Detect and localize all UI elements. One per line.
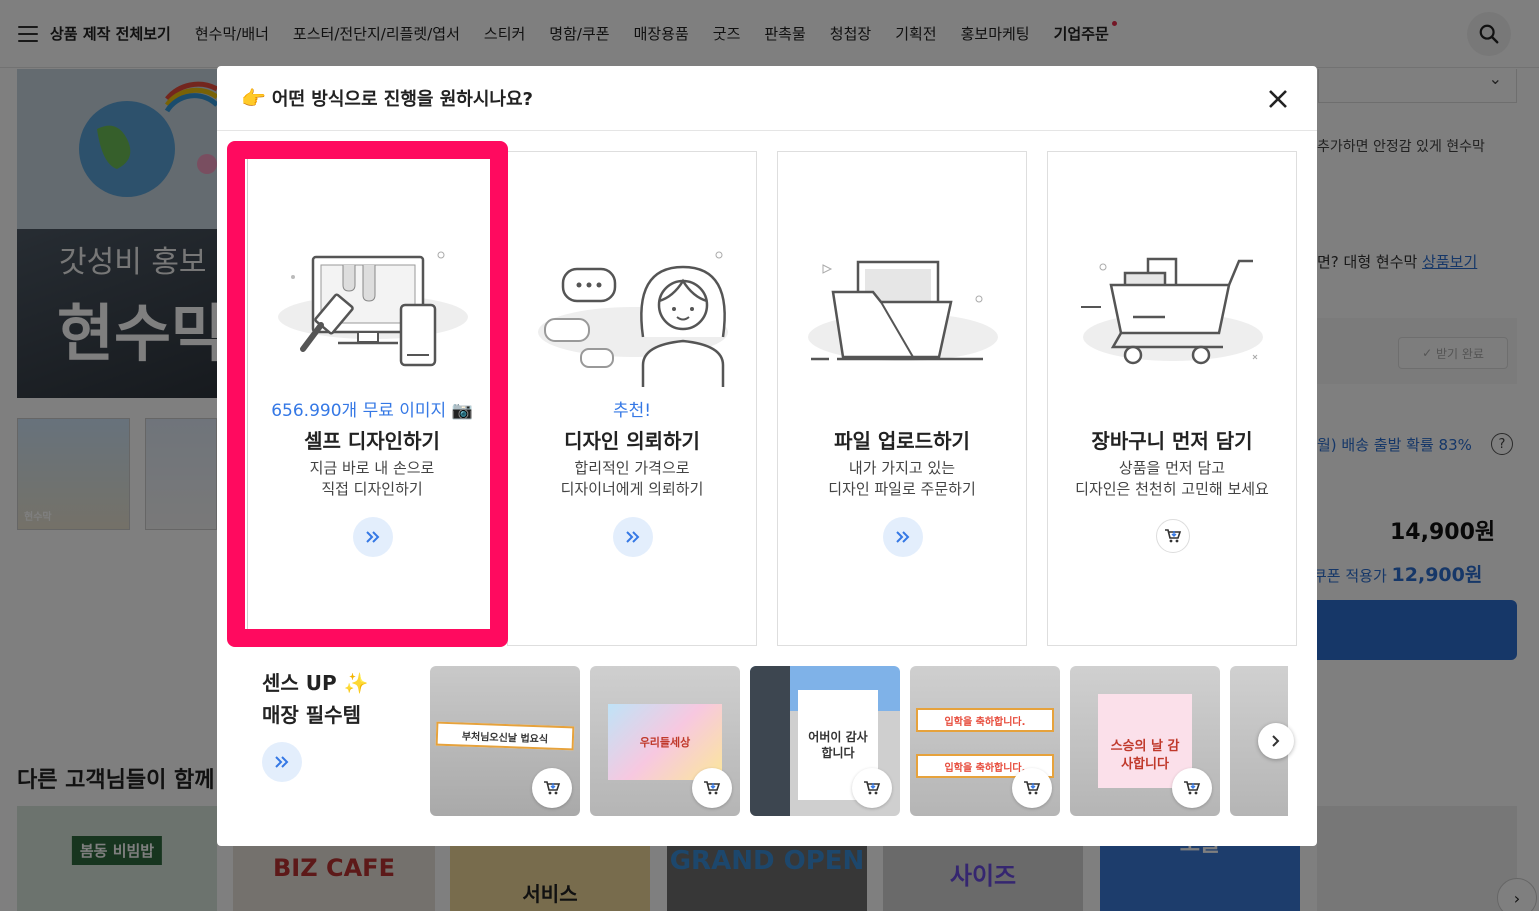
design-method-modal: 👉 어떤 방식으로 진행을 원하시나요? 656.990개 무료 이미지 📷 셀… (217, 66, 1317, 846)
product-card[interactable]: 어버이 감사 합니다 (750, 666, 900, 816)
proceed-button[interactable] (613, 517, 653, 557)
sense-up-line: 매장 필수템 (262, 703, 361, 727)
option-desc-line: 직접 디자인하기 (321, 480, 423, 498)
option-title: 셀프 디자인하기 (304, 429, 440, 453)
cart-icon (1184, 781, 1201, 795)
designer-illustration (538, 251, 728, 387)
product-cart-button[interactable] (852, 768, 892, 808)
building-shape (750, 666, 790, 816)
option-file-upload[interactable]: 파일 업로드하기 내가 가지고 있는디자인 파일로 주문하기 (777, 151, 1027, 646)
recommended-tag: 추천! (612, 401, 652, 421)
product-card[interactable]: 입학을 축하합니다. 입학을 축하합니다. (910, 666, 1060, 816)
product-cart-button[interactable] (1172, 768, 1212, 808)
option-desc-line: 합리적인 가격으로 (574, 459, 690, 477)
proceed-button[interactable] (353, 517, 393, 557)
product-card[interactable]: 우리들세상 (590, 666, 740, 816)
option-self-design[interactable]: 656.990개 무료 이미지 📷 셀프 디자인하기 지금 바로 내 손으로직접… (247, 151, 497, 646)
option-design-request[interactable]: 추천! 디자인 의뢰하기 합리적인 가격으로디자이너에게 의뢰하기 (507, 151, 757, 646)
cart-icon (704, 781, 721, 795)
add-to-cart-button[interactable] (1156, 519, 1190, 553)
double-chevron-icon (366, 531, 380, 543)
option-title: 장바구니 먼저 담기 (1091, 429, 1253, 453)
option-desc-line: 디자이너에게 의뢰하기 (560, 480, 704, 498)
free-images-tag: 656.990개 무료 이미지 📷 (271, 401, 473, 421)
cart-illustration (1081, 257, 1263, 365)
option-desc-line: 디자인은 천천히 고민해 보세요 (1075, 480, 1269, 498)
option-description: 합리적인 가격으로디자이너에게 의뢰하기 (508, 458, 756, 500)
carousel-next-button[interactable] (1258, 723, 1294, 759)
product-banner-text: 입학을 축하합니다. (916, 708, 1054, 732)
product-cart-button[interactable] (692, 768, 732, 808)
cart-icon (864, 781, 881, 795)
option-title: 디자인 의뢰하기 (564, 429, 700, 453)
sense-up-more-button[interactable] (262, 742, 302, 782)
pointing-hand-icon: 👉 (241, 86, 266, 110)
double-chevron-icon (626, 531, 640, 543)
double-chevron-icon (275, 756, 289, 768)
product-card[interactable]: 스승의 날 감사합니다 (1070, 666, 1220, 816)
option-description: 상품을 먼저 담고디자인은 천천히 고민해 보세요 (1048, 458, 1296, 500)
option-desc-line: 디자인 파일로 주문하기 (828, 480, 976, 498)
product-cart-button[interactable] (1012, 768, 1052, 808)
product-carousel: 부처님오신날 법요식 우리들세상 어버이 감사 합니다 입학을 축하합니다. 입… (430, 666, 1288, 816)
double-chevron-icon (896, 531, 910, 543)
option-desc-line: 지금 바로 내 손으로 (309, 459, 435, 477)
sense-up-line: 센스 UP ✨ (262, 671, 369, 695)
option-description: 지금 바로 내 손으로직접 디자인하기 (248, 458, 496, 500)
option-add-to-cart[interactable]: 장바구니 먼저 담기 상품을 먼저 담고디자인은 천천히 고민해 보세요 (1047, 151, 1297, 646)
option-desc-line: 내가 가지고 있는 (848, 459, 956, 477)
option-title: 파일 업로드하기 (834, 429, 970, 453)
cart-icon (1165, 529, 1182, 543)
product-banner-text: 부처님오신날 법요식 (435, 721, 575, 751)
modal-title: 어떤 방식으로 진행을 원하시나요? (271, 89, 533, 110)
option-description: 내가 가지고 있는디자인 파일로 주문하기 (778, 458, 1026, 500)
close-button[interactable] (1263, 84, 1293, 114)
cart-icon (544, 781, 561, 795)
close-icon (1269, 90, 1287, 108)
option-desc-line: 상품을 먼저 담고 (1118, 459, 1226, 477)
modal-header: 👉 어떤 방식으로 진행을 원하시나요? (217, 66, 1317, 131)
self-design-illustration (278, 251, 468, 367)
cart-icon (1024, 781, 1041, 795)
chevron-right-icon (1272, 735, 1280, 747)
product-card[interactable]: 부처님오신날 법요식 (430, 666, 580, 816)
sense-up-title: 센스 UP ✨ 매장 필수템 (262, 667, 369, 731)
folder-illustration (808, 260, 998, 361)
product-cart-button[interactable] (532, 768, 572, 808)
proceed-button[interactable] (883, 517, 923, 557)
